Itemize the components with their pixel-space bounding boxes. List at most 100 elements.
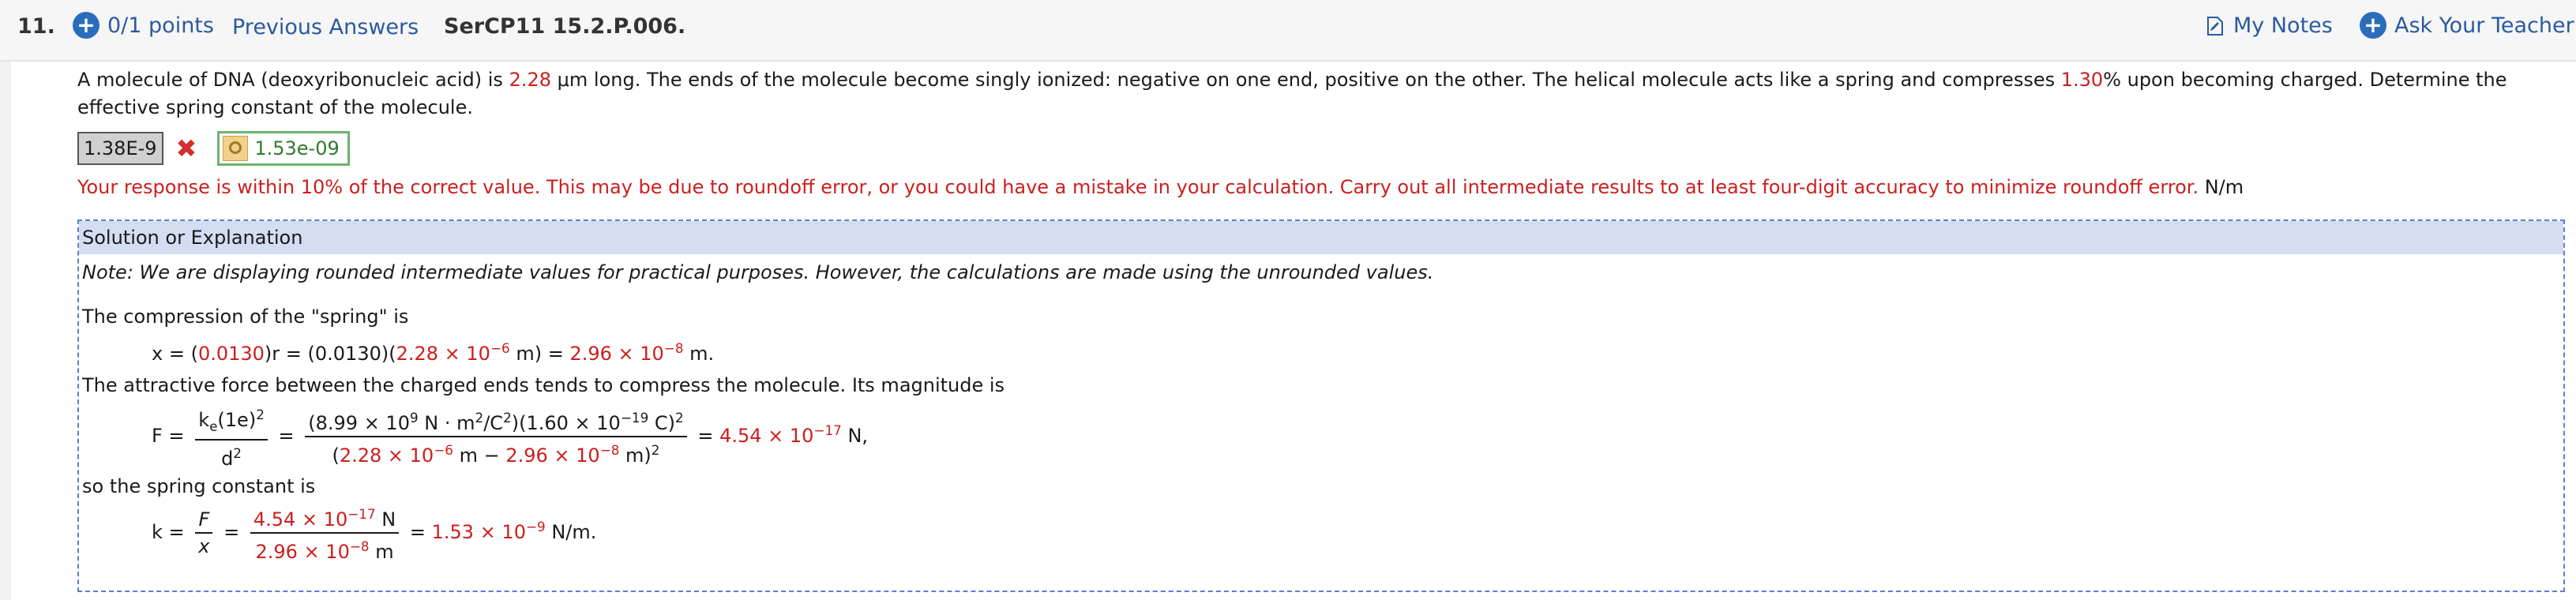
eq-part: k = bbox=[152, 520, 185, 543]
dna-length-value: 2.28 bbox=[509, 69, 551, 91]
eq-exponent: −17 bbox=[347, 505, 376, 522]
eq-part: N, bbox=[841, 424, 869, 447]
eq-exponent: 2 bbox=[475, 409, 484, 426]
eq-exponent: −17 bbox=[813, 422, 842, 438]
submitted-answer: 1.38E-9 bbox=[77, 132, 163, 165]
points-toggle[interactable]: + 0/1 points bbox=[73, 12, 214, 39]
spring-intro: so the spring constant is bbox=[82, 474, 316, 497]
fraction: 4.54 × 10−17 N 2.96 × 10−8 m bbox=[250, 501, 400, 564]
answer-row: 1.38E-9 ✖ 1.53e-09 bbox=[77, 129, 2557, 167]
left-margin bbox=[0, 62, 11, 600]
answer-unit: N/m bbox=[2204, 176, 2244, 198]
eq-value-mantissa: 2.28 × 10 bbox=[396, 343, 490, 365]
equals-sign: = bbox=[223, 520, 240, 543]
eq-exponent: 2 bbox=[256, 407, 265, 422]
eq-exponent: −6 bbox=[434, 441, 453, 458]
eq-value: 4.54 × 10−17 bbox=[253, 505, 376, 531]
fraction: (8.99 × 109 N · m2/C2)(1.60 × 10−19 C)2 … bbox=[305, 405, 687, 468]
solution-panel: Solution or Explanation Note: We are dis… bbox=[77, 219, 2565, 592]
eq-value-mantissa: 2.96 × 10 bbox=[505, 444, 600, 467]
eq-part: m) bbox=[619, 444, 652, 467]
my-notes-link[interactable]: My Notes bbox=[2206, 13, 2333, 38]
eq-part: F = bbox=[152, 424, 185, 447]
incorrect-icon: ✖ bbox=[175, 133, 197, 163]
eq-part: x bbox=[198, 534, 210, 557]
fraction-denominator: x bbox=[195, 534, 212, 559]
compression-percent-value: 1.30 bbox=[2060, 69, 2104, 91]
question-header: 11. + 0/1 points Previous Answers SerCP1… bbox=[0, 0, 2576, 62]
question-number: 11. bbox=[17, 14, 55, 39]
eq-exponent: −8 bbox=[599, 441, 620, 458]
eq-exponent: 2 bbox=[675, 409, 684, 426]
eq-value: 0.0130 bbox=[197, 343, 265, 365]
eq-exponent: −8 bbox=[349, 538, 370, 554]
eq-value-mantissa: 2.28 × 10 bbox=[339, 444, 434, 467]
previous-answers-link[interactable]: Previous Answers bbox=[232, 15, 419, 39]
equals-sign: = bbox=[409, 520, 426, 543]
eq-part: ( bbox=[332, 444, 340, 467]
eq-part: m bbox=[369, 540, 394, 563]
eq-value-mantissa: 2.96 × 10 bbox=[255, 540, 350, 563]
solution-header: Solution or Explanation bbox=[79, 221, 2563, 254]
eq-value: 2.28 × 10−6 bbox=[396, 340, 510, 365]
eq-exponent: −19 bbox=[620, 409, 649, 426]
eq-part: N/m. bbox=[545, 520, 597, 543]
spring-constant-result: 1.53 × 10−9 bbox=[431, 519, 546, 543]
eq-part: )r = (0.0130)( bbox=[264, 343, 396, 365]
eq-part: d bbox=[221, 447, 234, 470]
eq-value-mantissa: 2.96 × 10 bbox=[569, 343, 664, 365]
eq-value: 2.96 × 10−8 bbox=[505, 441, 620, 467]
plus-circle-icon: + bbox=[73, 12, 100, 39]
eq-value: 2.96 × 10−8 bbox=[255, 538, 370, 563]
plus-circle-icon: + bbox=[2360, 12, 2386, 39]
fraction-denominator: (2.28 × 10−6 m − 2.96 × 10−8 m)2 bbox=[329, 437, 663, 468]
eq-part: N · m bbox=[418, 411, 475, 434]
question-body: A molecule of DNA (deoxyribonucleic acid… bbox=[77, 66, 2557, 201]
fraction-numerator: 4.54 × 10−17 N bbox=[250, 501, 400, 534]
eq-exponent: 2 bbox=[503, 409, 512, 426]
eq-exponent: 2 bbox=[651, 441, 660, 458]
force-result: 4.54 × 10−17 bbox=[719, 422, 842, 447]
fraction-numerator: ke(1e)2 bbox=[195, 402, 268, 441]
question-text-part: A molecule of DNA (deoxyribonucleic acid… bbox=[77, 69, 509, 91]
fraction-denominator: 2.96 × 10−8 m bbox=[253, 534, 397, 564]
note-icon bbox=[2207, 16, 2223, 36]
equals-sign: = bbox=[278, 424, 295, 447]
equation-compression: x = (0.0130)r = (0.0130)(2.28 × 10−6 m) … bbox=[82, 335, 2560, 367]
question-text-part: μm long. The ends of the molecule become… bbox=[551, 69, 2061, 91]
correct-answer-value: 1.53e-09 bbox=[254, 137, 340, 159]
ask-teacher-link[interactable]: + Ask Your Teacher bbox=[2360, 12, 2574, 39]
eq-value: 2.28 × 10−6 bbox=[339, 441, 453, 467]
eq-value-mantissa: 4.54 × 10 bbox=[719, 424, 814, 447]
fraction-numerator: (8.99 × 109 N · m2/C2)(1.60 × 10−19 C)2 bbox=[305, 405, 687, 437]
question-text: A molecule of DNA (deoxyribonucleic acid… bbox=[77, 66, 2557, 122]
eq-part: m − bbox=[452, 444, 506, 467]
ask-teacher-label: Ask Your Teacher bbox=[2394, 13, 2574, 38]
fraction: F x bbox=[195, 507, 213, 559]
eq-part: C) bbox=[648, 411, 675, 434]
eq-part: (8.99 × 10 bbox=[308, 411, 410, 434]
eq-exponent: 9 bbox=[409, 409, 419, 426]
key-icon bbox=[223, 136, 249, 161]
eq-value-mantissa: 4.54 × 10 bbox=[253, 508, 348, 531]
fraction-denominator: d2 bbox=[218, 441, 245, 471]
feedback-message: Your response is within 10% of the corre… bbox=[77, 174, 2557, 201]
eq-part: x = ( bbox=[152, 343, 198, 365]
correct-answer-key: 1.53e-09 bbox=[217, 131, 350, 166]
points-label: 0/1 points bbox=[107, 13, 214, 38]
eq-exponent: −8 bbox=[663, 340, 684, 356]
eq-part: (1e) bbox=[217, 409, 257, 431]
solution-note: Note: We are displaying rounded intermed… bbox=[82, 261, 1434, 283]
equals-sign: = bbox=[697, 424, 714, 447]
fraction: ke(1e)2 d2 bbox=[195, 402, 268, 471]
eq-subscript: e bbox=[209, 418, 218, 434]
compression-intro: The compression of the "spring" is bbox=[82, 306, 409, 328]
solution-body: Note: We are displaying rounded intermed… bbox=[79, 254, 2563, 569]
force-intro: The attractive force between the charged… bbox=[82, 374, 1005, 396]
eq-value-mantissa: 1.53 × 10 bbox=[431, 520, 526, 543]
eq-part: k bbox=[198, 409, 210, 431]
eq-part: )(1.60 × 10 bbox=[511, 411, 621, 434]
feedback-text: Your response is within 10% of the corre… bbox=[77, 176, 2199, 198]
equation-force: F = ke(1e)2 d2 = (8.99 × 109 N · m2/C2)(… bbox=[82, 402, 2560, 471]
problem-code: SerCP11 15.2.P.006. bbox=[444, 14, 686, 39]
